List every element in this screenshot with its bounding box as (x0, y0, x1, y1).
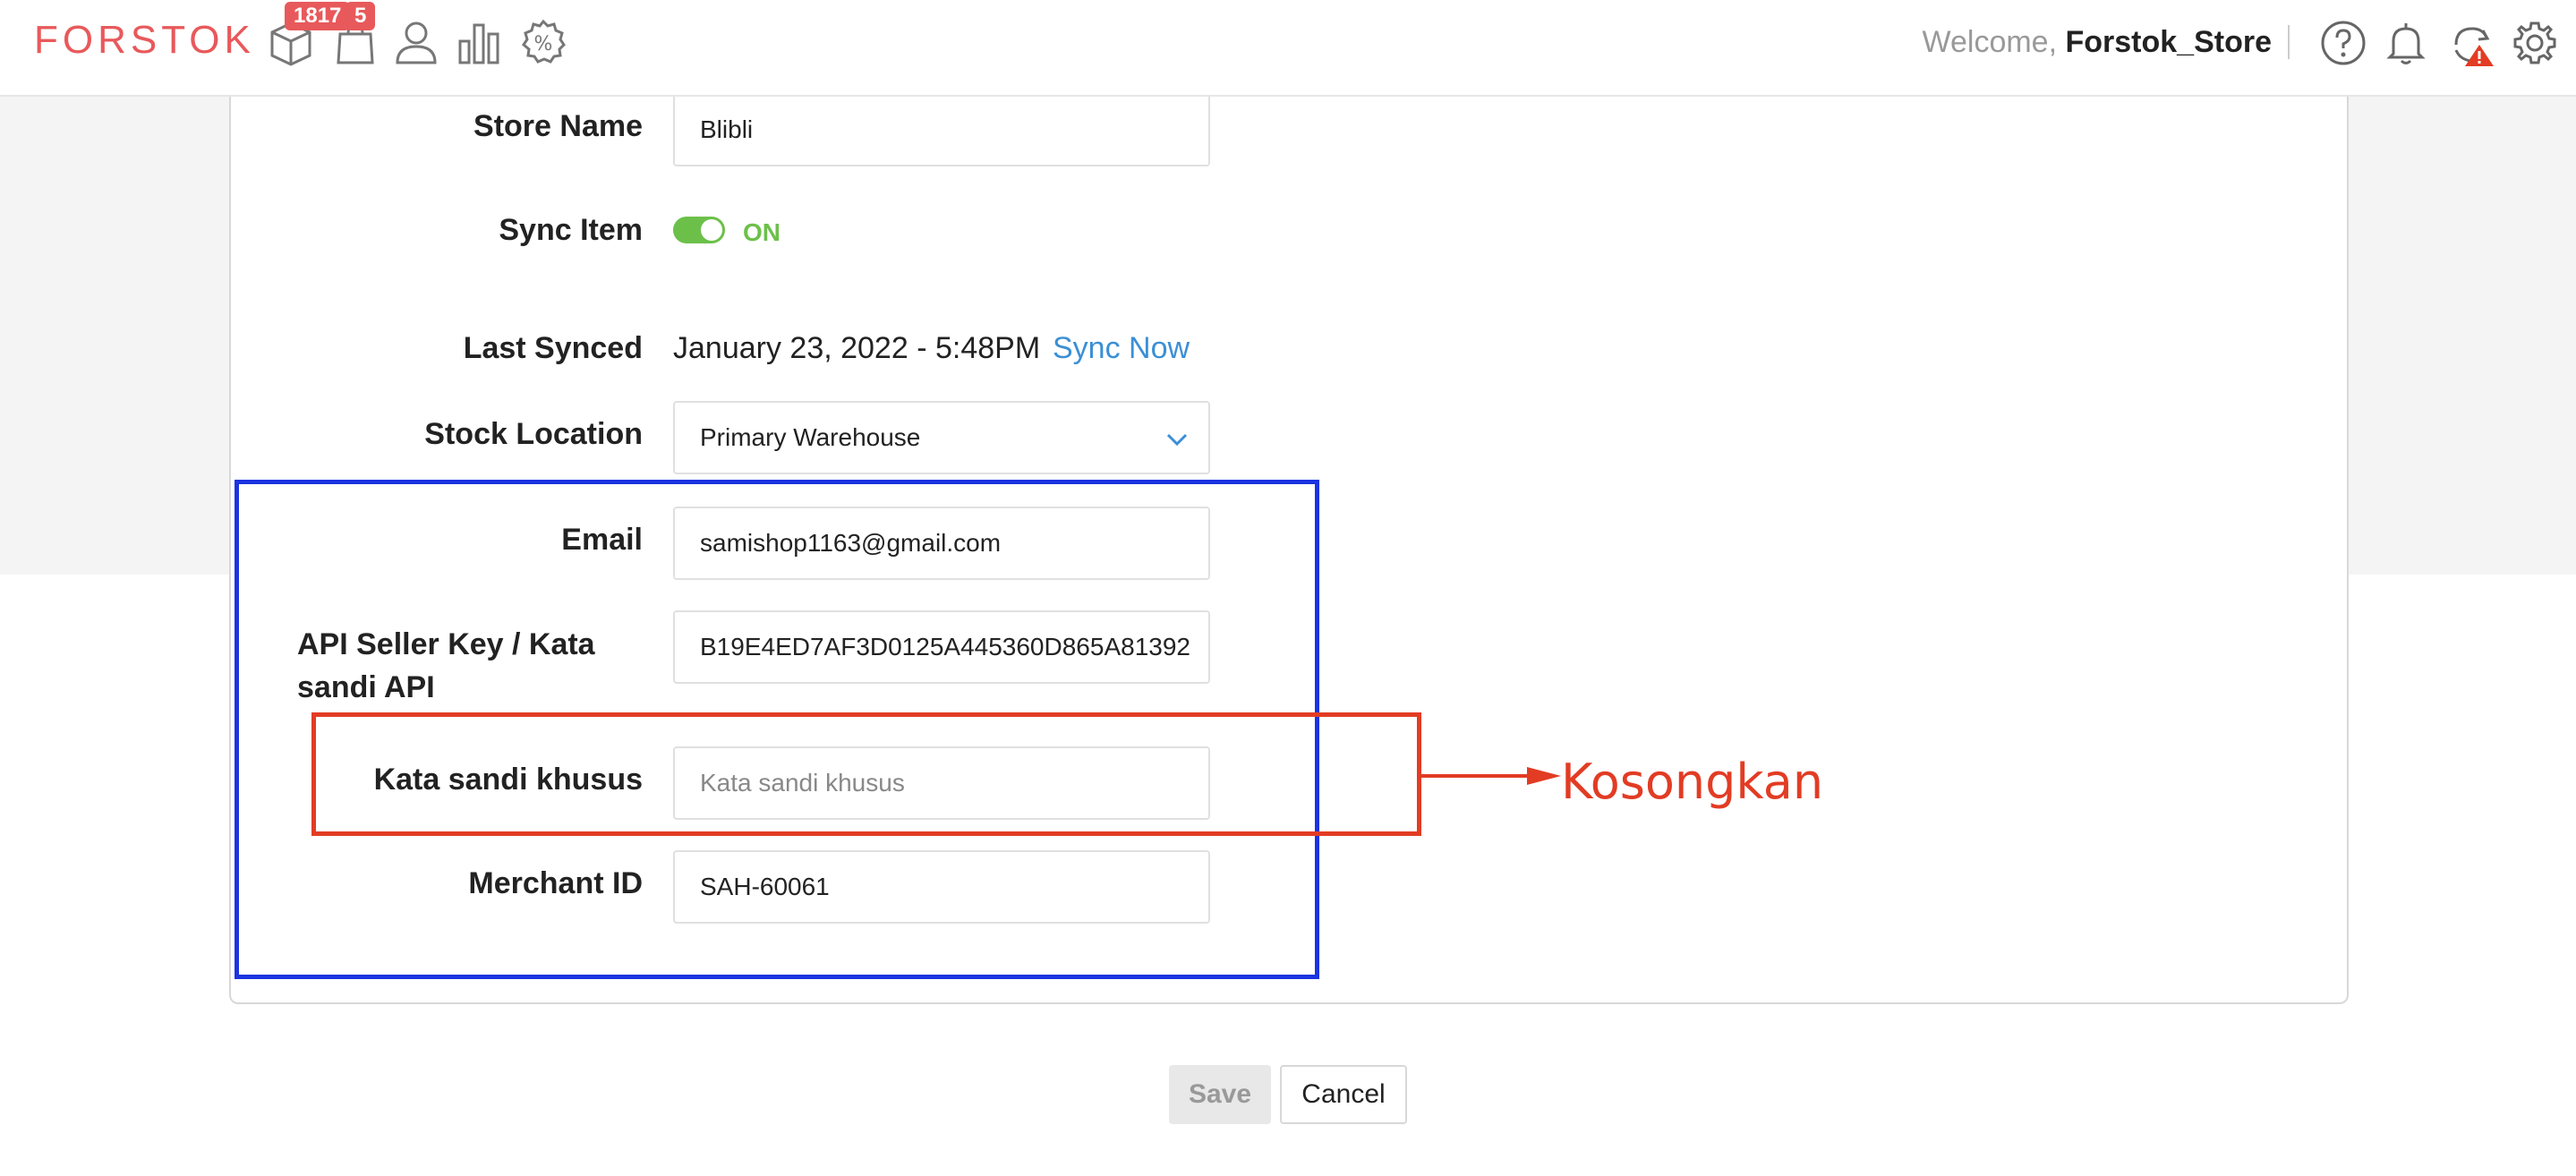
annotation-arrow-icon (1420, 767, 1561, 785)
annotation-text: Kosongkan (1561, 754, 1824, 810)
store-name-input[interactable]: Blibli (673, 93, 1210, 166)
analytics-chart-icon[interactable] (455, 18, 503, 66)
cancel-button[interactable]: Cancel (1280, 1065, 1407, 1124)
sync-item-toggle[interactable] (673, 217, 725, 243)
stock-location-selected: Primary Warehouse (700, 423, 921, 451)
forstok-logo[interactable]: FORSTOK (34, 18, 255, 63)
svg-text:%: % (534, 33, 553, 55)
chevron-down-icon (1166, 433, 1188, 447)
promotion-percent-icon[interactable]: % (519, 18, 567, 66)
toggle-knob (701, 219, 722, 241)
top-navigation-bar: FORSTOK 1817 5 % Welcome, Forstok_Store (0, 0, 2576, 97)
welcome-prefix: Welcome, (1922, 25, 2066, 59)
last-synced-label: Last Synced (463, 331, 643, 365)
red-highlight-box (311, 712, 1421, 836)
username[interactable]: Forstok_Store (2066, 25, 2273, 59)
header-divider (2288, 25, 2290, 59)
bag-count-badge: 5 (345, 2, 376, 30)
settings-gear-icon[interactable] (2510, 18, 2560, 68)
welcome-message: Welcome, Forstok_Store (1923, 25, 2272, 60)
last-synced-value: January 23, 2022 - 5:48PM (673, 331, 1041, 365)
sync-item-label: Sync Item (499, 213, 643, 247)
user-icon[interactable] (392, 18, 440, 66)
sync-warning-icon[interactable] (2447, 18, 2497, 68)
help-question-icon[interactable] (2318, 18, 2368, 68)
save-button[interactable]: Save (1169, 1065, 1271, 1124)
sync-item-state: ON (743, 218, 780, 246)
stock-location-select[interactable]: Primary Warehouse (673, 401, 1210, 474)
store-name-label: Store Name (473, 109, 643, 143)
sync-now-link[interactable]: Sync Now (1053, 331, 1190, 366)
notification-bell-icon[interactable] (2381, 18, 2431, 68)
stock-location-label: Stock Location (424, 417, 643, 451)
